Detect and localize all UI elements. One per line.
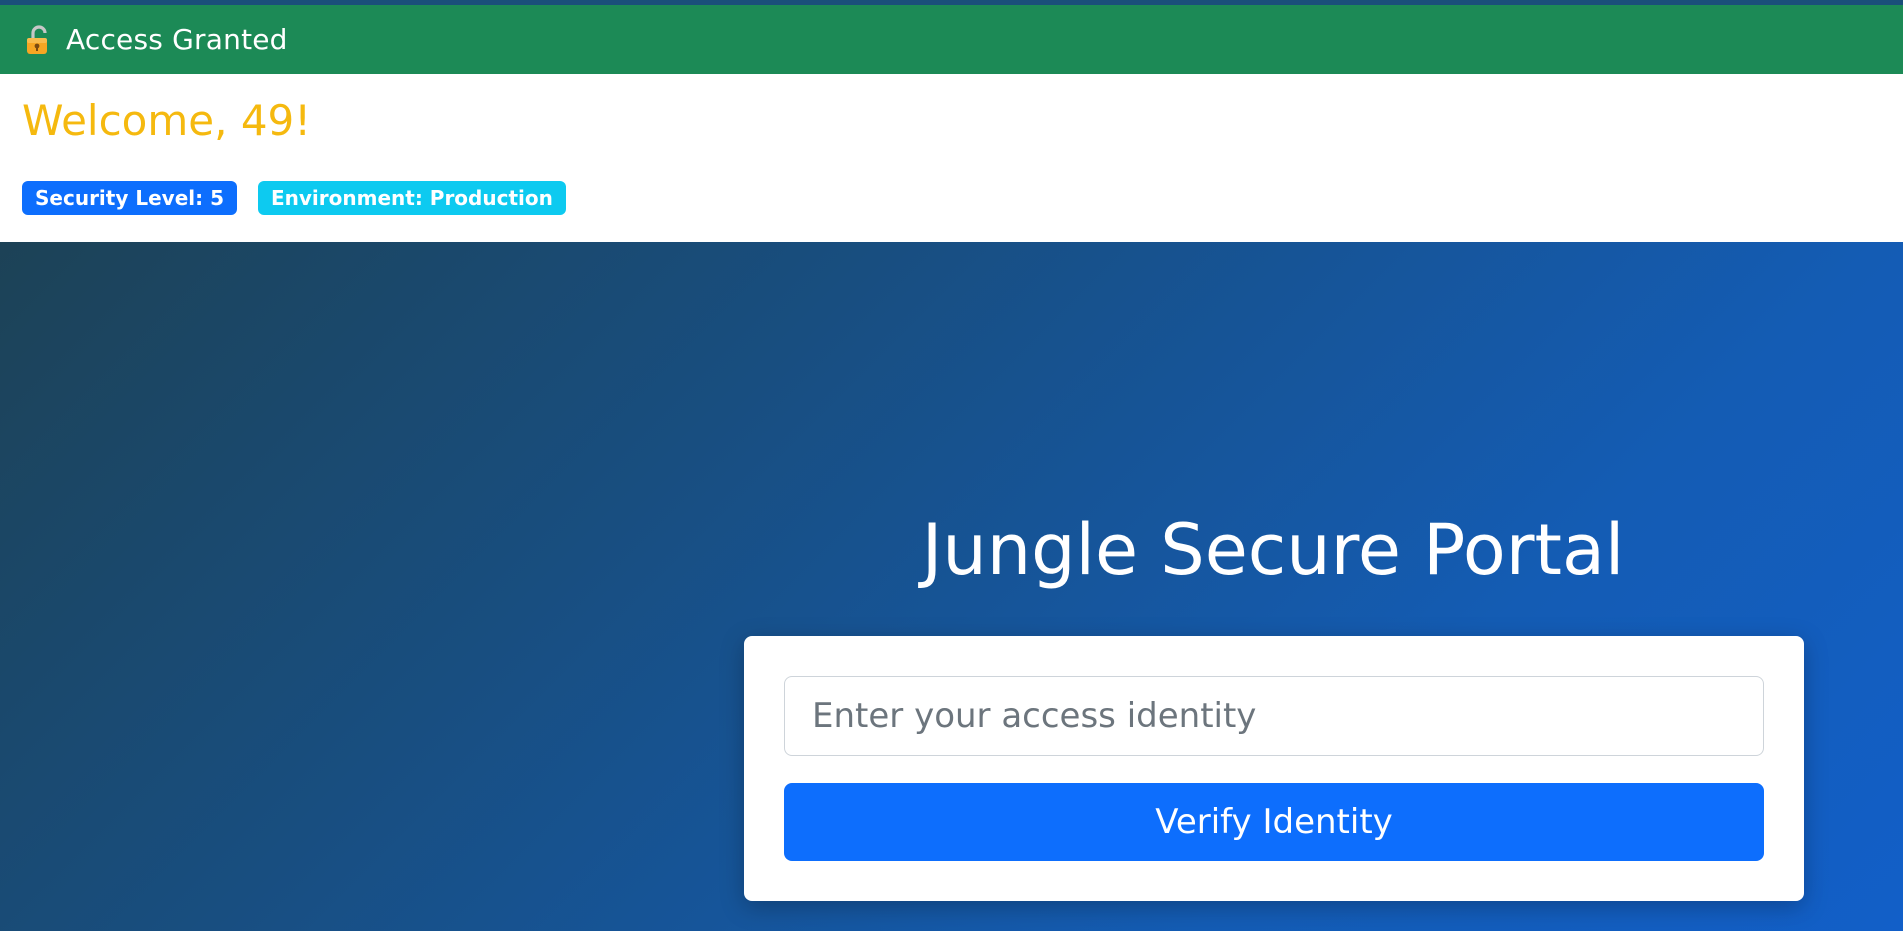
access-identity-input[interactable]	[784, 676, 1764, 756]
unlocked-padlock-icon	[26, 24, 52, 55]
badge-group: Security Level: 5 Environment: Productio…	[22, 181, 566, 215]
welcome-greeting: Welcome, 49!	[22, 96, 312, 145]
environment-badge: Environment: Production	[257, 181, 566, 215]
verify-identity-button[interactable]: Verify Identity	[784, 783, 1764, 861]
access-status-title: Access Granted	[66, 23, 288, 56]
identity-card: Verify Identity	[744, 636, 1804, 901]
portal-title: Jungle Secure Portal	[921, 509, 1625, 591]
access-status-bar: Access Granted	[0, 5, 1903, 74]
security-level-badge: Security Level: 5	[22, 181, 237, 215]
welcome-panel: Welcome, 49! Security Level: 5 Environme…	[0, 74, 1903, 242]
